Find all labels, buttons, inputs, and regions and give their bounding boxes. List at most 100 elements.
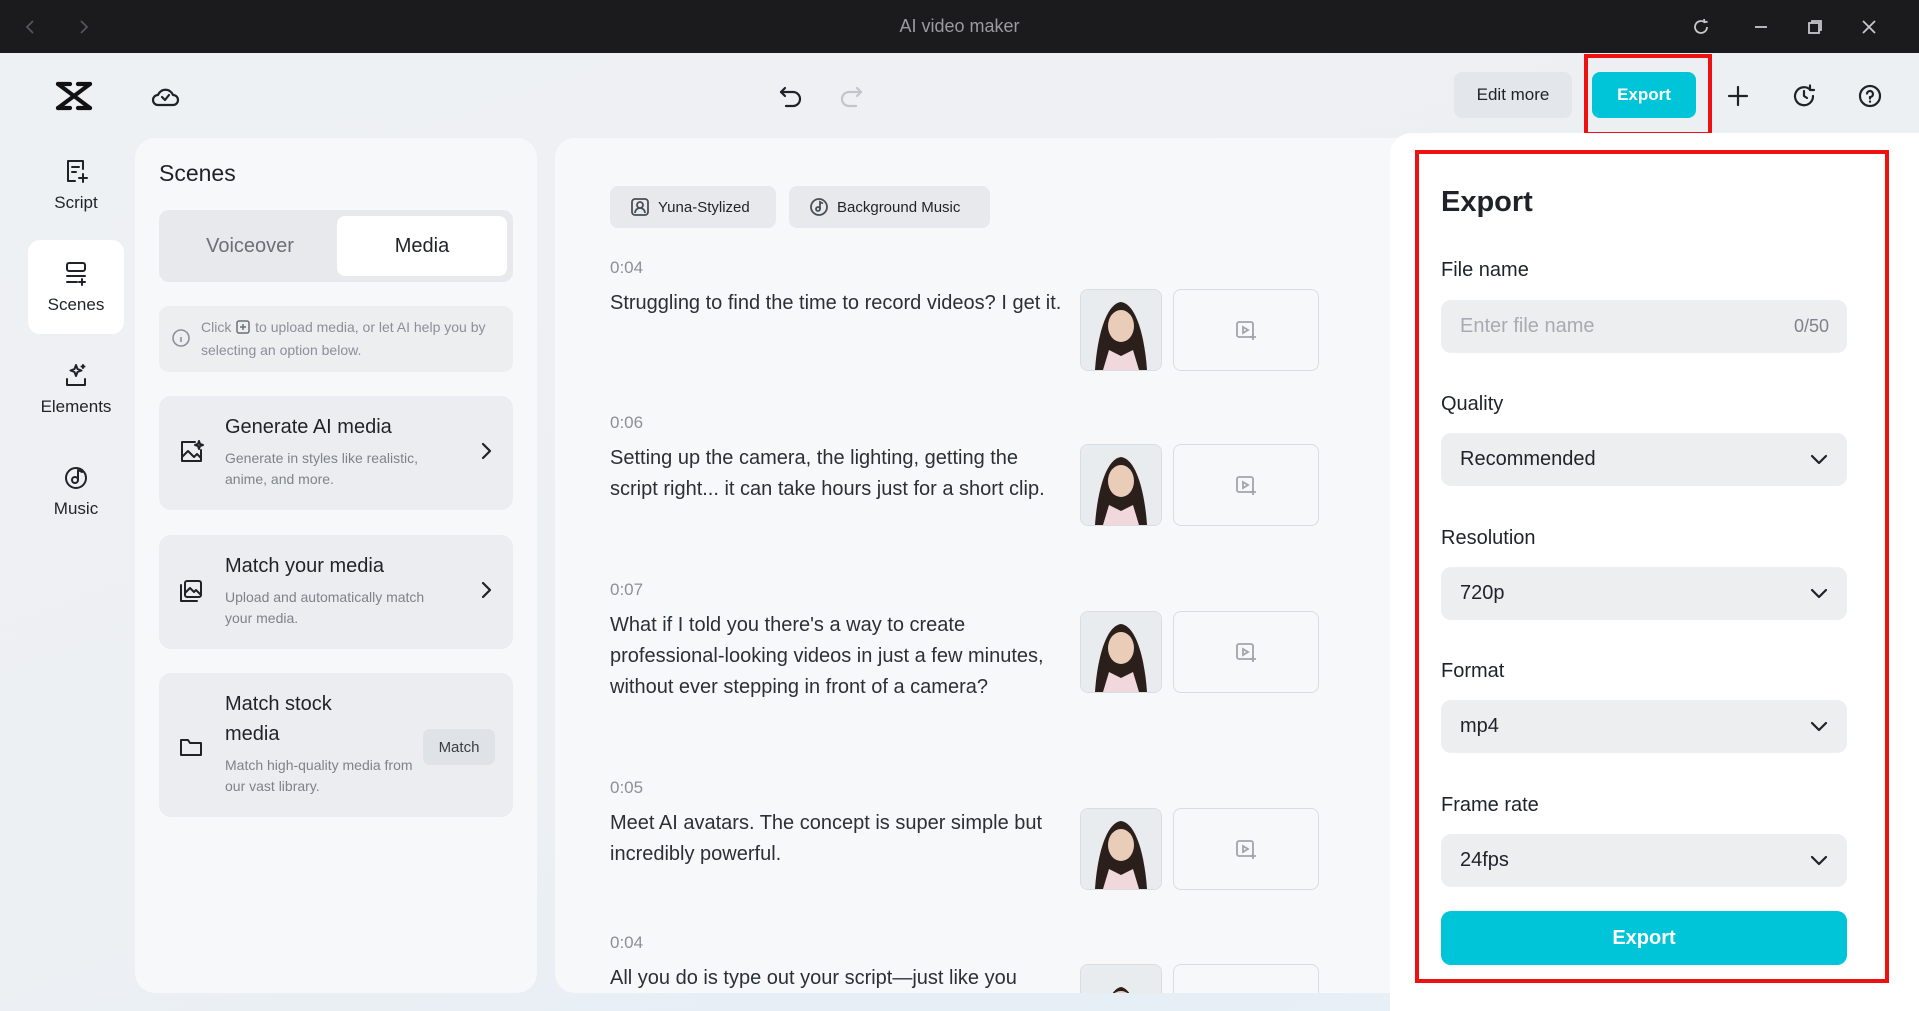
scene-duration: 0:06 <box>610 413 644 432</box>
rail-item-script[interactable]: Script <box>28 138 124 232</box>
match-button[interactable]: Match <box>423 729 495 765</box>
card-title: Generate AI media <box>225 416 392 438</box>
avatar-icon <box>631 198 649 216</box>
upload-media-icon[interactable] <box>235 319 251 335</box>
scene-item[interactable]: 0:04 Struggling to find the time to reco… <box>610 258 1070 319</box>
music-icon <box>65 467 87 489</box>
avatar-thumbnail[interactable] <box>1080 444 1162 526</box>
add-icon[interactable] <box>1718 76 1758 116</box>
media-slot[interactable] <box>1173 964 1319 993</box>
scene-duration: 0:05 <box>610 778 644 797</box>
refresh-icon[interactable] <box>1684 10 1718 44</box>
media-slot[interactable] <box>1173 444 1319 526</box>
format-label: Format <box>1441 660 1505 682</box>
avatar-thumbnail[interactable] <box>1080 808 1162 890</box>
script-icon <box>67 160 88 183</box>
info-icon <box>171 328 191 355</box>
export-button[interactable]: Export <box>1441 911 1847 965</box>
chevron-down-icon <box>1809 852 1829 875</box>
scene-duration: 0:07 <box>610 580 644 599</box>
avatar-chip[interactable]: Yuna-Stylized <box>610 186 776 228</box>
card-title-line2: media <box>225 723 280 745</box>
match-stock-media-card[interactable]: Match stock media Match high-quality med… <box>159 673 513 817</box>
rail-item-scenes[interactable]: Scenes <box>28 240 124 334</box>
avatar-chip-label: Yuna-Stylized <box>658 198 750 216</box>
avatar-thumbnail[interactable] <box>1080 611 1162 693</box>
add-media-icon <box>1236 476 1256 495</box>
scenes-icon <box>66 262 86 286</box>
music-icon <box>810 198 828 216</box>
scene-text[interactable]: What if I told you there's a way to crea… <box>610 610 1070 703</box>
media-slot[interactable] <box>1173 808 1319 890</box>
match-your-media-card[interactable]: Match your media Upload and automaticall… <box>159 535 513 649</box>
chevron-down-icon <box>1809 585 1829 608</box>
export-top-button[interactable]: Export <box>1592 72 1696 118</box>
scene-item[interactable]: 0:04 All you do is type out your script—… <box>610 933 1070 993</box>
upload-info: Click to upload media, or let AI help yo… <box>159 306 513 372</box>
tab-media[interactable]: Media <box>337 216 507 276</box>
restore-icon[interactable] <box>1798 10 1832 44</box>
scene-text[interactable]: Meet AI avatars. The concept is super si… <box>610 808 1070 870</box>
gallery-icon <box>177 577 205 610</box>
cloud-sync-icon[interactable] <box>145 80 185 114</box>
chevron-right-icon <box>479 440 493 467</box>
frame-rate-select[interactable]: 24fps <box>1441 834 1847 887</box>
rail-item-music[interactable]: Music <box>28 444 124 538</box>
elements-icon <box>66 364 86 386</box>
minimize-icon[interactable] <box>1744 10 1778 44</box>
add-media-icon <box>1236 643 1256 662</box>
scene-text[interactable]: Setting up the camera, the lighting, get… <box>610 443 1070 505</box>
quality-label: Quality <box>1441 393 1504 415</box>
file-name-count: 0/50 <box>1793 316 1829 336</box>
rail-label-script: Script <box>54 193 98 212</box>
close-icon[interactable] <box>1852 10 1886 44</box>
chevron-right-icon <box>479 579 493 606</box>
format-value: mp4 <box>1460 715 1499 737</box>
quality-value: Recommended <box>1460 448 1596 470</box>
help-icon[interactable] <box>1850 76 1890 116</box>
avatar-thumbnail[interactable] <box>1080 964 1162 993</box>
resolution-label: Resolution <box>1441 527 1536 549</box>
scene-clip: 0:04 All you do is type out your script—… <box>555 930 1415 993</box>
scene-text[interactable]: All you do is type out your script—just … <box>610 963 1070 993</box>
quality-select[interactable]: Recommended <box>1441 433 1847 486</box>
add-media-icon <box>1236 321 1256 340</box>
tab-voiceover[interactable]: Voiceover <box>165 216 335 276</box>
card-desc: Upload and automatically match your medi… <box>225 589 425 626</box>
scenes-tab-switch: Voiceover Media <box>159 210 513 282</box>
scene-item[interactable]: 0:05 Meet AI avatars. The concept is sup… <box>610 778 1070 870</box>
media-slot[interactable] <box>1173 611 1319 693</box>
resolution-select[interactable]: 720p <box>1441 567 1847 620</box>
file-name-field[interactable]: 0/50 <box>1441 300 1847 353</box>
add-media-icon <box>1236 840 1256 859</box>
generate-ai-media-card[interactable]: Generate AI media Generate in styles lik… <box>159 396 513 510</box>
scene-duration: 0:04 <box>610 933 644 952</box>
media-slot[interactable] <box>1173 289 1319 371</box>
card-title-line1: Match stock <box>225 693 332 715</box>
chevron-down-icon <box>1809 718 1829 741</box>
app-logo <box>52 76 96 116</box>
file-name-input[interactable] <box>1460 315 1760 338</box>
avatar-thumbnail[interactable] <box>1080 289 1162 371</box>
card-desc: Match high-quality media from our vast l… <box>225 757 413 794</box>
rail-label-scenes: Scenes <box>47 295 105 314</box>
edit-more-button[interactable]: Edit more <box>1454 72 1572 118</box>
rail-label-music: Music <box>53 499 99 518</box>
background-music-chip[interactable]: Background Music <box>789 186 990 228</box>
scene-item[interactable]: 0:06 Setting up the camera, the lighting… <box>610 413 1070 505</box>
scene-item[interactable]: 0:07 What if I told you there's a way to… <box>610 580 1070 703</box>
format-select[interactable]: mp4 <box>1441 700 1847 753</box>
scene-duration: 0:04 <box>610 258 644 277</box>
undo-icon[interactable] <box>772 78 810 114</box>
history-icon[interactable] <box>1784 76 1824 116</box>
music-chip-label: Background Music <box>837 198 961 216</box>
frame-rate-value: 24fps <box>1460 849 1509 871</box>
redo-icon[interactable] <box>832 78 870 114</box>
export-panel-title: Export <box>1441 186 1533 218</box>
scenes-title: Scenes <box>159 160 236 186</box>
scene-text[interactable]: Struggling to find the time to record vi… <box>610 288 1070 319</box>
frame-rate-label: Frame rate <box>1441 794 1539 816</box>
rail-item-elements[interactable]: Elements <box>28 342 124 436</box>
folder-icon <box>177 733 205 766</box>
rail-label-elements: Elements <box>40 397 112 416</box>
